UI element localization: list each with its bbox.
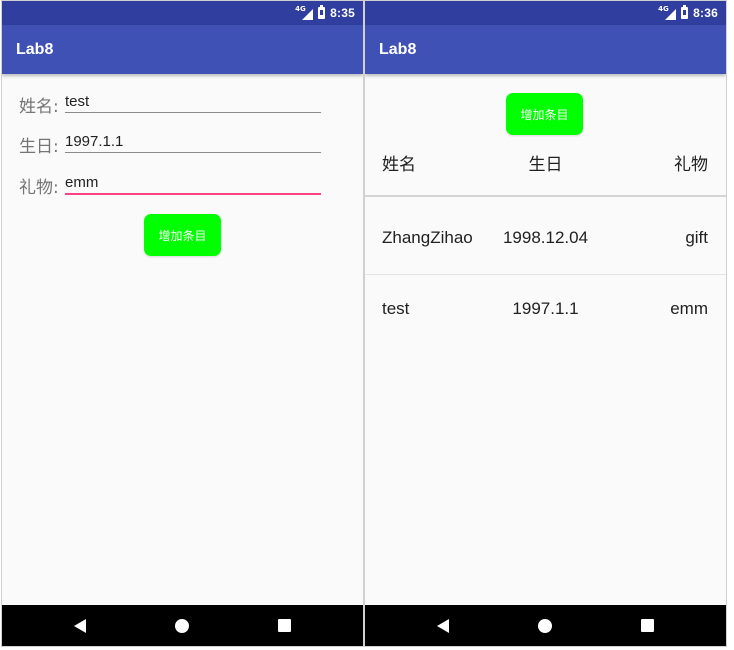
phone-screen-form: 4G 8:35 Lab8 姓名: 生日: 礼物: 增加条目 bbox=[2, 1, 363, 646]
battery-charging-icon bbox=[318, 5, 326, 19]
status-bar: 4G 8:36 bbox=[365, 1, 726, 25]
form-content: 姓名: 生日: 礼物: 增加条目 bbox=[2, 74, 363, 605]
status-time: 8:35 bbox=[330, 6, 355, 20]
list-item[interactable]: ZhangZihao 1998.12.04 gift bbox=[365, 203, 726, 275]
header-gift: 礼物 bbox=[674, 155, 708, 175]
recents-icon[interactable] bbox=[641, 619, 654, 632]
item-gift: emm bbox=[670, 299, 708, 318]
signal-icon: 4G bbox=[295, 5, 314, 20]
name-input[interactable] bbox=[65, 90, 321, 113]
status-time: 8:36 bbox=[693, 6, 718, 20]
item-birthday: 1998.12.04 bbox=[502, 228, 589, 247]
name-label: 姓名: bbox=[19, 97, 59, 117]
signal-icon: 4G bbox=[658, 5, 677, 20]
app-title: Lab8 bbox=[16, 41, 54, 58]
birthday-input[interactable] bbox=[65, 130, 321, 153]
add-entry-button[interactable]: 增加条目 bbox=[506, 93, 583, 135]
back-icon[interactable] bbox=[437, 619, 449, 633]
home-icon[interactable] bbox=[175, 619, 189, 633]
status-bar: 4G 8:35 bbox=[2, 1, 363, 25]
birthday-row: 生日: bbox=[19, 130, 324, 162]
app-bar: Lab8 bbox=[2, 25, 363, 74]
navigation-bar bbox=[365, 605, 726, 646]
item-gift: gift bbox=[685, 228, 708, 247]
list-item[interactable]: test 1997.1.1 emm bbox=[365, 274, 726, 345]
app-bar: Lab8 bbox=[365, 25, 726, 74]
gift-row: 礼物: bbox=[19, 171, 324, 203]
add-entry-button[interactable]: 增加条目 bbox=[144, 214, 221, 256]
gift-label: 礼物: bbox=[19, 178, 59, 198]
header-birthday: 生日 bbox=[528, 155, 563, 175]
home-icon[interactable] bbox=[538, 619, 552, 633]
name-row: 姓名: bbox=[19, 90, 324, 122]
status-icons: 4G 8:36 bbox=[658, 1, 718, 25]
back-icon[interactable] bbox=[74, 619, 86, 633]
navigation-bar bbox=[2, 605, 363, 646]
list-header: 姓名 生日 礼物 bbox=[365, 142, 726, 197]
battery-charging-icon bbox=[681, 5, 689, 19]
gift-input[interactable] bbox=[65, 171, 321, 195]
birthday-label: 生日: bbox=[19, 137, 59, 157]
phone-screen-list: 4G 8:36 Lab8 增加条目 姓名 生日 礼物 ZhangZihao 19… bbox=[365, 1, 726, 646]
app-title: Lab8 bbox=[379, 41, 417, 58]
recents-icon[interactable] bbox=[278, 619, 291, 632]
status-icons: 4G 8:35 bbox=[295, 1, 355, 25]
list-content: 增加条目 姓名 生日 礼物 ZhangZihao 1998.12.04 gift… bbox=[365, 74, 726, 605]
